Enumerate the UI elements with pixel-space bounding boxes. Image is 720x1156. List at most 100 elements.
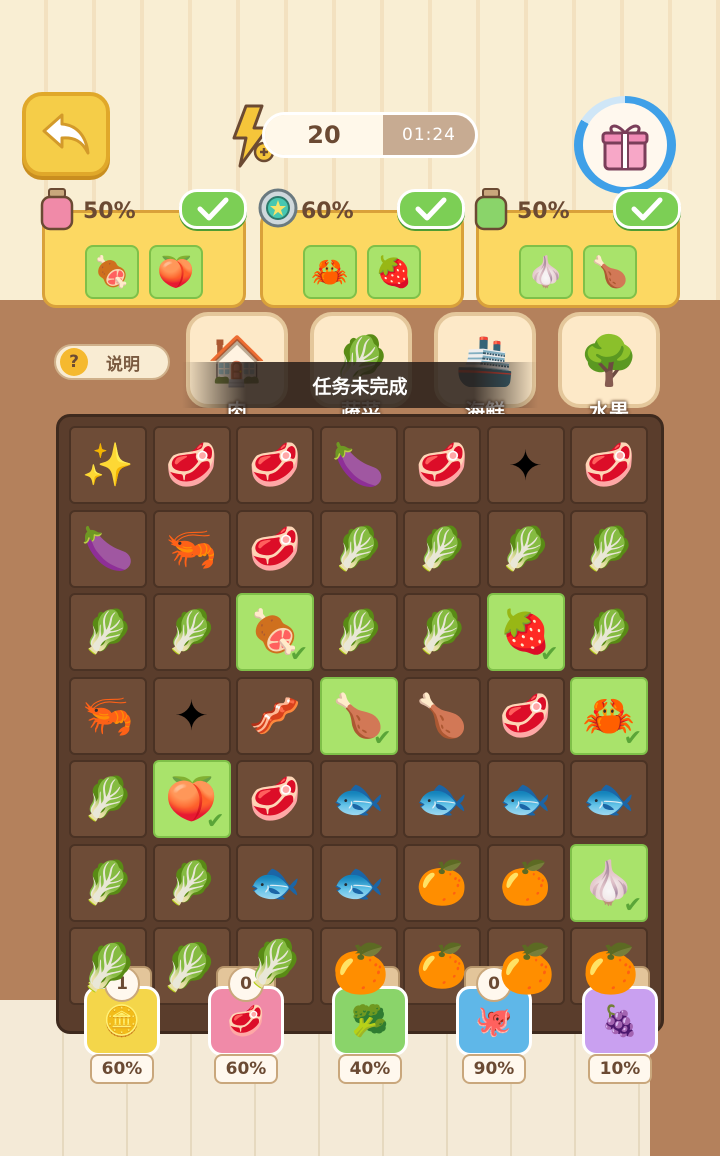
gift-button[interactable] xyxy=(574,96,676,194)
board-cell[interactable]: 🍓 ✔ xyxy=(486,593,565,671)
board-cell[interactable]: 🥬 xyxy=(69,593,147,671)
board-cell[interactable]: 🍗 xyxy=(403,676,481,755)
board-cell[interactable]: 🍗 ✔ xyxy=(319,676,398,755)
jar-content-icon: 🪙 xyxy=(103,1003,141,1039)
food-item-icon: 🥬 xyxy=(165,857,218,907)
board-cell[interactable]: 🥩 xyxy=(236,509,314,588)
food-item-icon: 🥩 xyxy=(165,440,218,489)
board-cell[interactable]: 🍆 xyxy=(319,426,398,504)
task-complete-check-button[interactable] xyxy=(179,189,247,229)
green-jar-icon xyxy=(473,187,515,233)
coin-icon xyxy=(257,187,299,233)
timer-text: 01:24 xyxy=(383,115,475,155)
task-percent: 60% xyxy=(301,199,354,224)
back-arrow-icon xyxy=(42,113,90,155)
food-item-icon: 🐟 xyxy=(332,857,385,907)
board-cell[interactable]: 🥬 xyxy=(570,509,648,588)
jar-percent: 60% xyxy=(214,1054,278,1084)
board-cell[interactable]: 🥩 xyxy=(152,426,231,504)
jar-content-icon: 🍇 xyxy=(601,1003,639,1039)
jar-percent: 40% xyxy=(338,1054,402,1084)
leek-overflow: 🥬 xyxy=(80,940,138,994)
board-cell[interactable]: 🍑 ✔ xyxy=(152,760,231,838)
board-cell[interactable]: 🥬 xyxy=(570,593,648,671)
board-cell[interactable]: 🥬 xyxy=(403,593,481,671)
board-cell[interactable]: 🐟 xyxy=(570,760,648,838)
task-card: 50% 🍖 🍑 xyxy=(40,188,247,308)
board-cell[interactable]: 🥩 xyxy=(403,426,481,504)
energy-timer-bar: 20 01:24 xyxy=(262,112,478,158)
pink-jar-icon xyxy=(39,187,81,233)
board-cell[interactable]: 🦐 xyxy=(69,676,147,755)
board-cell[interactable]: 🥩 xyxy=(486,676,565,755)
jar-percent: 10% xyxy=(588,1054,652,1084)
task-item-icon: 🍑 xyxy=(157,254,195,290)
food-item-icon: 🥬 xyxy=(332,607,385,656)
board-cell[interactable]: ✦ xyxy=(152,676,231,755)
board-cell[interactable]: 🐟 xyxy=(403,760,481,838)
board-cell[interactable]: 🥩 xyxy=(570,426,648,504)
board-cell[interactable]: 🥬 xyxy=(319,509,398,588)
leek-overflow: 🥬 xyxy=(246,936,304,990)
task-item-slot: 🍑 xyxy=(149,245,203,299)
food-item-icon: 🐟 xyxy=(332,774,385,823)
board-cell[interactable]: 🥬 xyxy=(152,843,231,922)
food-item-icon: ✦ xyxy=(173,691,210,740)
check-icon: ✔ xyxy=(206,809,225,834)
board-cell[interactable]: 🍊 xyxy=(403,843,481,922)
task-complete-check-button[interactable] xyxy=(397,189,465,229)
board-cell[interactable]: 🍊 xyxy=(486,843,565,922)
board-cell[interactable]: 🥓 xyxy=(236,676,314,755)
board-cell[interactable]: 🐟 xyxy=(486,760,565,838)
board-cell[interactable]: 🥬 xyxy=(152,593,231,671)
board-cell[interactable]: 🥬 xyxy=(486,509,565,588)
back-button[interactable] xyxy=(22,92,110,176)
food-item-icon: 🥬 xyxy=(81,607,135,656)
category-icon: 🌳 xyxy=(579,332,639,389)
food-item-icon: 🥩 xyxy=(499,690,552,740)
board-cell[interactable]: ✦ xyxy=(486,426,565,504)
jar-content-icon: 🐙 xyxy=(475,1003,513,1039)
board-cell[interactable]: 🍖 ✔ xyxy=(236,593,314,671)
board-cell[interactable]: 🥩 xyxy=(236,426,314,504)
question-icon: ? xyxy=(60,348,88,376)
board-cell[interactable]: 🥬 xyxy=(319,593,398,671)
task-item-icon: 🦀 xyxy=(311,254,349,290)
task-item-icon: 🍗 xyxy=(591,254,629,290)
board-cell[interactable]: 🦐 xyxy=(152,509,231,588)
board-cell[interactable]: 🥬 xyxy=(403,509,481,588)
category-tab[interactable]: 🌳 水果 xyxy=(558,312,660,423)
help-label: 说明 xyxy=(106,354,140,375)
food-item-icon: 🥬 xyxy=(81,774,135,823)
task-item-slot: 🧄 xyxy=(519,245,573,299)
food-item-icon: ✨ xyxy=(81,440,135,489)
energy-count: 20 xyxy=(265,115,383,155)
help-button[interactable]: ? 说明 xyxy=(54,344,170,380)
task-item-icon: 🧄 xyxy=(527,254,565,290)
check-icon: ✔ xyxy=(623,725,642,751)
board-cell[interactable]: 🥩 xyxy=(236,760,314,838)
board-cell[interactable]: 🍆 xyxy=(69,509,147,588)
food-item-icon: 🥬 xyxy=(582,607,636,656)
food-item-icon: 🥬 xyxy=(582,523,636,573)
task-complete-check-button[interactable] xyxy=(613,189,681,229)
check-icon xyxy=(631,197,663,221)
jar-content-icon: 🥩 xyxy=(227,1003,265,1039)
board-cell[interactable]: 🐟 xyxy=(319,843,398,922)
food-item-icon: 🥩 xyxy=(248,774,302,823)
task-card: 50% 🧄 🍗 xyxy=(474,188,681,308)
board-cell[interactable]: 🐟 xyxy=(236,843,314,922)
orange-overflow: 🍊 xyxy=(582,942,640,996)
task-card: 60% 🦀 🍓 xyxy=(258,188,465,308)
task-item-icon: 🍓 xyxy=(375,254,413,290)
board-cell[interactable]: 🧄 ✔ xyxy=(570,843,648,922)
board-cell[interactable]: 🐟 xyxy=(319,760,398,838)
board-cell[interactable]: 🥬 xyxy=(69,843,147,922)
food-item-icon: 🐟 xyxy=(582,774,636,823)
board-cell[interactable]: 🥬 xyxy=(69,760,147,838)
food-item-icon: 🥬 xyxy=(332,523,385,573)
food-item-icon: 🦐 xyxy=(165,523,218,573)
board-cell[interactable]: 🦀 ✔ xyxy=(570,676,648,755)
board-cell[interactable]: ✨ xyxy=(69,426,147,504)
food-item-icon: 🥬 xyxy=(499,523,552,573)
